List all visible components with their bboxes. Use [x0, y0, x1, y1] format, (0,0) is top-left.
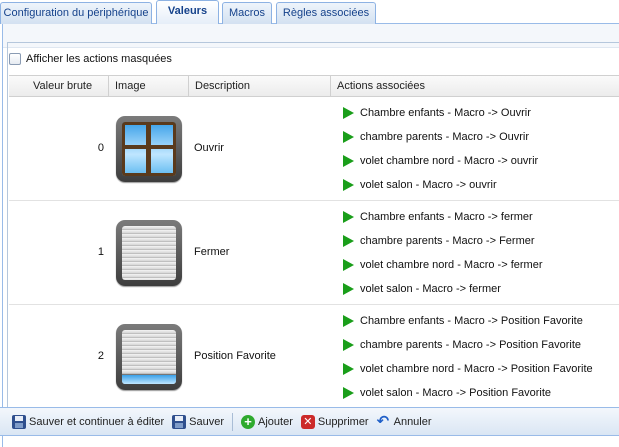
action-label: volet chambre nord - Macro -> ouvrir [360, 155, 539, 167]
tab-macros[interactable]: Macros [222, 2, 272, 24]
add-button[interactable]: + Ajouter [241, 414, 293, 429]
description-cell: Position Favorite [194, 350, 276, 362]
table-row[interactable]: 0 Ouvrir Chambre enfants - Macro -> Ouvr… [9, 97, 619, 201]
cancel-label: Annuler [393, 415, 432, 428]
action-label: Chambre enfants - Macro -> fermer [360, 211, 533, 223]
action-item[interactable]: chambre parents - Macro -> Fermer [339, 229, 619, 253]
action-label: volet chambre nord - Macro -> Position F… [360, 363, 593, 375]
tab-values[interactable]: Valeurs [156, 0, 219, 25]
play-icon[interactable] [343, 363, 354, 375]
action-label: volet salon - Macro -> ouvrir [360, 179, 497, 191]
action-label: Chambre enfants - Macro -> Ouvrir [360, 107, 531, 119]
add-icon: + [241, 414, 255, 429]
action-item[interactable]: Chambre enfants - Macro -> Position Favo… [339, 309, 619, 333]
play-icon[interactable] [343, 339, 354, 351]
play-icon[interactable] [343, 211, 354, 223]
raw-value-cell: 1 [97, 246, 104, 258]
add-label: Ajouter [258, 415, 293, 428]
tab-associated-rules[interactable]: Règles associées [276, 2, 376, 24]
column-image[interactable]: Image [109, 76, 189, 96]
action-label: volet chambre nord - Macro -> fermer [360, 259, 543, 271]
delete-label: Supprimer [317, 415, 369, 428]
image-cell [109, 97, 189, 200]
action-label: chambre parents - Macro -> Ouvrir [360, 131, 530, 143]
tab-device-configuration[interactable]: Configuration du périphérique [0, 2, 152, 24]
action-label: volet salon - Macro -> Position Favorite [360, 387, 552, 399]
action-item[interactable]: volet chambre nord - Macro -> Position F… [339, 357, 619, 381]
action-label: volet salon - Macro -> fermer [360, 283, 501, 295]
save-button[interactable]: Sauver [172, 414, 224, 429]
grid-header: Valeur brute Image Description Actions a… [9, 75, 619, 97]
shutter-partial-icon [116, 323, 182, 390]
actions-cell: Chambre enfants - Macro -> fermer chambr… [339, 205, 619, 301]
play-icon[interactable] [343, 235, 354, 247]
play-icon[interactable] [343, 315, 354, 327]
play-icon[interactable] [343, 155, 354, 167]
play-icon[interactable] [343, 259, 354, 271]
bottom-toolbar: Sauver et continuer à éditer Sauver + Aj… [0, 407, 619, 436]
play-icon[interactable] [343, 179, 354, 191]
action-item[interactable]: chambre parents - Macro -> Position Favo… [339, 333, 619, 357]
action-item[interactable]: chambre parents - Macro -> Ouvrir [339, 125, 619, 149]
play-icon[interactable] [343, 107, 354, 119]
action-item[interactable]: volet chambre nord - Macro -> ouvrir [339, 149, 619, 173]
toolbar-separator [232, 412, 233, 431]
play-icon[interactable] [343, 131, 354, 143]
image-cell [109, 305, 189, 408]
show-hidden-actions-option[interactable]: Afficher les actions masquées [9, 51, 172, 67]
show-hidden-actions-checkbox[interactable] [9, 53, 21, 65]
action-item[interactable]: volet salon - Macro -> ouvrir [339, 173, 619, 197]
actions-cell: Chambre enfants - Macro -> Ouvrir chambr… [339, 101, 619, 197]
description-cell: Fermer [194, 246, 230, 258]
action-item[interactable]: volet chambre nord - Macro -> fermer [339, 253, 619, 277]
save-and-continue-label: Sauver et continuer à éditer [29, 415, 165, 428]
raw-value-cell: 2 [97, 350, 104, 362]
table-row[interactable]: 1 Fermer Chambre enfants - Macro -> ferm… [9, 201, 619, 305]
show-hidden-actions-label: Afficher les actions masquées [26, 53, 172, 65]
undo-icon: ↶ [376, 412, 390, 430]
action-item[interactable]: volet salon - Macro -> fermer [339, 277, 619, 301]
action-label: chambre parents - Macro -> Position Favo… [360, 339, 582, 351]
values-panel: Afficher les actions masquées Valeur bru… [2, 24, 619, 447]
shutter-closed-icon [116, 219, 182, 286]
action-item[interactable]: Chambre enfants - Macro -> fermer [339, 205, 619, 229]
action-label: Chambre enfants - Macro -> Position Favo… [360, 315, 583, 327]
play-icon[interactable] [343, 283, 354, 295]
action-item[interactable]: volet salon - Macro -> Position Favorite [339, 381, 619, 405]
window-open-icon [116, 115, 182, 182]
table-row[interactable]: 2 Position Favorite Chambre enfants - Ma… [9, 305, 619, 409]
column-description[interactable]: Description [189, 76, 331, 96]
raw-value-cell: 0 [97, 142, 104, 154]
delete-icon: ✕ [300, 414, 315, 429]
save-label: Sauver [189, 415, 224, 428]
delete-button[interactable]: ✕ Supprimer [300, 414, 369, 429]
description-cell: Ouvrir [194, 142, 224, 154]
save-and-continue-button[interactable]: Sauver et continuer à éditer [12, 414, 165, 429]
tab-bar: Configuration du périphérique Valeurs Ma… [0, 0, 619, 25]
action-item[interactable]: Chambre enfants - Macro -> Ouvrir [339, 101, 619, 125]
save-icon [12, 414, 26, 429]
action-label: chambre parents - Macro -> Fermer [360, 235, 535, 247]
column-raw-value[interactable]: Valeur brute [9, 76, 109, 96]
column-associated-actions[interactable]: Actions associées [331, 76, 619, 96]
play-icon[interactable] [343, 387, 354, 399]
cancel-button[interactable]: ↶ Annuler [376, 412, 432, 430]
image-cell [109, 201, 189, 304]
actions-cell: Chambre enfants - Macro -> Position Favo… [339, 309, 619, 405]
save-icon [172, 414, 187, 429]
